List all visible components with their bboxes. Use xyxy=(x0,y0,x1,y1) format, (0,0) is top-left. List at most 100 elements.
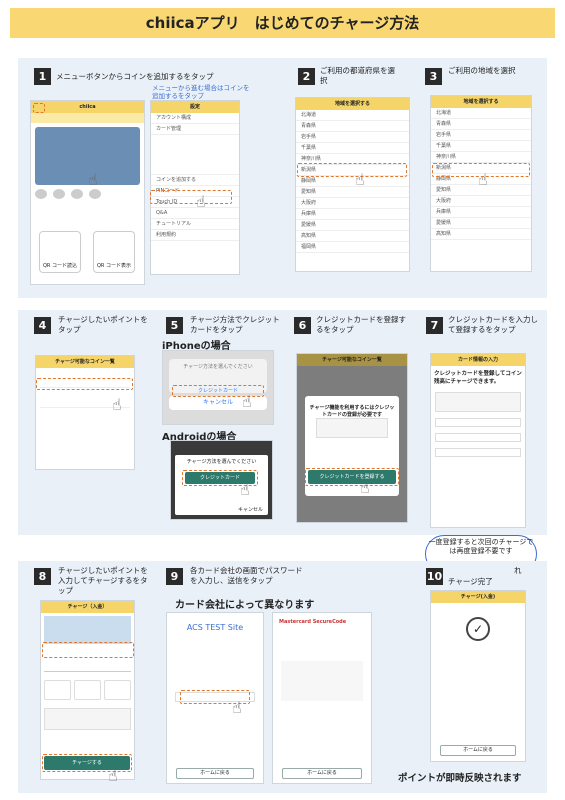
tap-hand-icon: ☝ xyxy=(242,392,252,411)
menu-header: 設定 xyxy=(151,101,239,113)
list-item[interactable]: 千葉県 xyxy=(296,143,409,154)
step-1-text: メニューボタンからコインを追加するをタップ xyxy=(56,72,214,81)
preset-amount-button[interactable] xyxy=(74,680,101,700)
list-item[interactable]: 愛媛県 xyxy=(296,220,409,231)
card-brand-logos xyxy=(44,708,131,730)
tap-hand-icon: ☝ xyxy=(112,395,122,414)
step-5-number: 5 xyxy=(166,317,183,334)
step-2-text: ご利用の都道府県を選択 xyxy=(320,66,395,85)
register-highlight xyxy=(305,468,399,486)
android-cancel[interactable]: キャンセル xyxy=(238,506,263,513)
points-reflected-note: ポイントが即時反映されます xyxy=(398,773,522,784)
preset-amount-button[interactable] xyxy=(44,680,71,700)
step-10-number: 10 xyxy=(426,568,443,585)
tap-hand-icon: ☝ xyxy=(88,170,98,189)
mastercard-logo: Mastercard SecureCode xyxy=(279,619,347,625)
menu-item[interactable]: Q&A xyxy=(151,208,239,219)
list-item[interactable]: 高知県 xyxy=(296,231,409,242)
qr-read-button[interactable]: QR コード読込 xyxy=(39,231,81,273)
list-item[interactable]: 岩手県 xyxy=(296,132,409,143)
menu-item[interactable]: アカウント構成 xyxy=(151,113,239,124)
list-item[interactable]: 大阪府 xyxy=(296,198,409,209)
card-brand-logos xyxy=(435,392,521,412)
list-item[interactable]: 岩手県 xyxy=(431,130,531,141)
menu-item[interactable]: カード管理 xyxy=(151,124,239,135)
menu-button-highlight xyxy=(33,103,45,113)
list-item[interactable]: 愛媛県 xyxy=(431,218,531,229)
tap-hand-icon: ☝ xyxy=(360,478,370,497)
dialog-title: チャージ方法を選んでください xyxy=(186,459,257,465)
step-4-text: チャージしたいポイントをタップ xyxy=(58,315,148,334)
list-item[interactable]: 福岡県 xyxy=(296,242,409,253)
card-company-note: カード会社によって異なります xyxy=(175,600,315,611)
list-item[interactable]: 兵庫県 xyxy=(296,209,409,220)
list-item[interactable]: 大阪府 xyxy=(431,196,531,207)
register-header: チャージ可能なコイン一覧 xyxy=(297,354,407,366)
tap-hand-icon: ☝ xyxy=(240,480,250,499)
card-expiry-field[interactable] xyxy=(435,448,521,457)
coin-highlight xyxy=(36,378,133,390)
card-info-table xyxy=(281,661,363,701)
step-1-number: 1 xyxy=(34,68,51,85)
coin-banner xyxy=(44,616,131,644)
step-6-number: 6 xyxy=(294,317,311,334)
card-brand-logos xyxy=(316,418,388,438)
card-info-screen: カード情報の入力 クレジットカードを登録してコイン残高にチャージできます。 xyxy=(430,353,526,528)
step-10-text: チャージ完了 xyxy=(448,577,493,586)
list-item[interactable]: 静岡県 xyxy=(296,176,409,187)
list-item[interactable]: 千葉県 xyxy=(431,141,531,152)
prefecture-highlight xyxy=(297,163,407,177)
menu-item[interactable]: 利用規約 xyxy=(151,230,239,241)
home-button[interactable]: ホームに戻る xyxy=(282,768,362,779)
cancel-button[interactable]: キャンセル xyxy=(169,396,267,410)
step-1-note: メニューから進む場合はコインを追加するをタップ xyxy=(152,84,250,100)
list-item[interactable]: 高知県 xyxy=(431,229,531,240)
preset-amount-button[interactable] xyxy=(104,680,131,700)
step-3-text: ご利用の地域を選択 xyxy=(448,66,516,75)
page-title: chiicaアプリ はじめてのチャージ方法 xyxy=(10,8,555,38)
qr-show-button[interactable]: QR コード表示 xyxy=(93,231,135,273)
charge-header: チャージ（入金） xyxy=(41,601,134,613)
list-item[interactable]: 愛知県 xyxy=(296,187,409,198)
amount-field[interactable] xyxy=(44,660,131,672)
tap-hand-icon: ☝ xyxy=(478,170,488,189)
charge-highlight xyxy=(42,754,132,772)
list-item[interactable]: 北海道 xyxy=(431,108,531,119)
add-coin-highlight xyxy=(150,190,232,204)
acs-title: ACS TEST Site xyxy=(186,623,244,632)
region-header: 地域を選択する xyxy=(296,98,409,110)
register-screen: チャージ可能なコイン一覧 チャージ機能を利用するにはクレジットカードの登録が必要… xyxy=(296,353,408,523)
region-header: 地域を選択する xyxy=(431,96,531,108)
list-item[interactable]: 北海道 xyxy=(296,110,409,121)
card-name-field[interactable] xyxy=(435,433,521,442)
mastercard-screen: Mastercard SecureCode xyxy=(272,612,372,784)
home-button[interactable]: ホームに戻る xyxy=(176,768,254,779)
bubble-tail-text: れ xyxy=(514,566,522,575)
step-2-number: 2 xyxy=(298,68,315,85)
step-9-text: 各カード会社の画面でパスワードを入力し、送信をタップ xyxy=(190,566,303,585)
step-8-number: 8 xyxy=(34,568,51,585)
step-7-text: クレジットカードを入力して登録するをタップ xyxy=(448,315,538,334)
prefecture-screen: 地域を選択する 北海道 青森県 岩手県 千葉県 神奈川県 新潟県 静岡県 愛知県… xyxy=(295,97,410,272)
step-9-number: 9 xyxy=(166,568,183,585)
list-item[interactable]: 神奈川県 xyxy=(431,152,531,163)
tap-hand-icon: ☝ xyxy=(232,698,242,717)
complete-screen: チャージ(入金) ✓ xyxy=(430,590,526,762)
complete-header: チャージ(入金) xyxy=(431,591,525,603)
card-number-field[interactable] xyxy=(435,418,521,427)
step-6-text: クレジットカードを登録するをタップ xyxy=(316,315,406,334)
charge-screen: チャージ（入金） xyxy=(40,600,135,780)
list-item[interactable]: 青森県 xyxy=(296,121,409,132)
step-4-number: 4 xyxy=(34,317,51,334)
step-3-number: 3 xyxy=(425,68,442,85)
list-item[interactable]: 青森県 xyxy=(431,119,531,130)
list-item[interactable]: 兵庫県 xyxy=(431,207,531,218)
menu-item-add-coin[interactable]: コインを追加する xyxy=(151,175,239,186)
amount-highlight xyxy=(42,642,134,658)
check-icon: ✓ xyxy=(466,617,490,641)
tap-hand-icon: ☝ xyxy=(196,192,206,211)
menu-item[interactable]: チュートリアル xyxy=(151,219,239,230)
home-button[interactable]: ホームに戻る xyxy=(440,745,516,756)
tap-hand-icon: ☝ xyxy=(108,766,118,785)
app-header: chiica xyxy=(31,101,144,113)
